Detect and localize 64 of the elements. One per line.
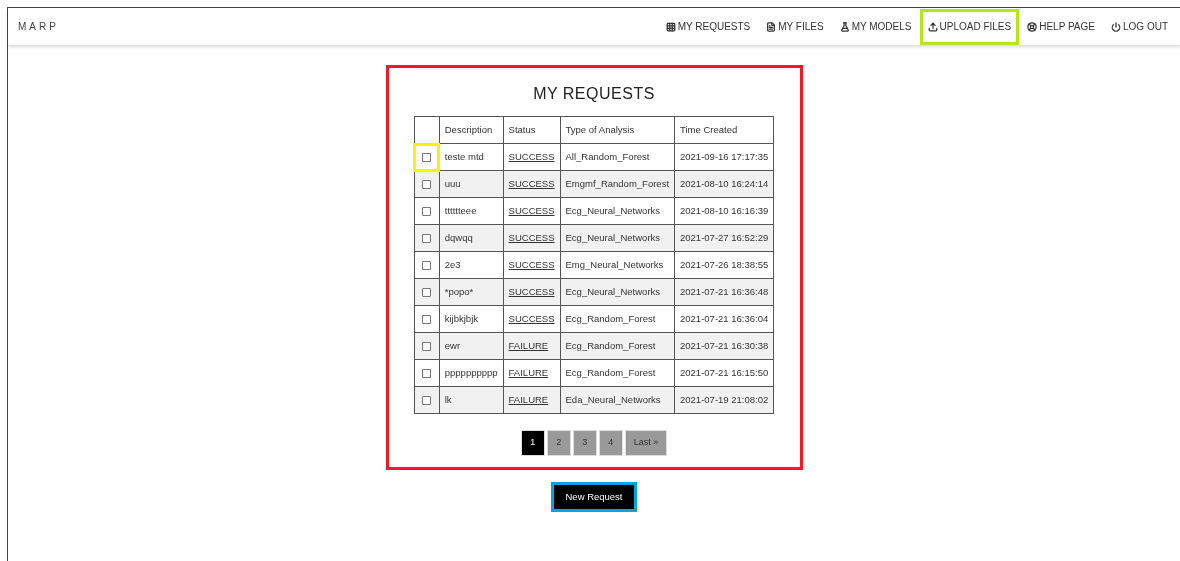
- nav-link[interactable]: MY FILES: [758, 8, 832, 45]
- column-header: Description: [439, 116, 504, 144]
- analysis-cell: Ecg_Neural_Networks: [560, 224, 675, 252]
- time-cell: 2021-07-21 16:36:48: [674, 278, 774, 306]
- nav-link[interactable]: MY REQUESTS: [657, 8, 759, 45]
- description-cell: uuu: [439, 170, 504, 198]
- description-cell: *popo*: [439, 278, 504, 306]
- row-checkbox[interactable]: [422, 179, 432, 189]
- row-checkbox[interactable]: [422, 314, 432, 324]
- time-cell: 2021-07-21 16:15:50: [674, 359, 774, 387]
- analysis-cell: Eda_Neural_Networks: [560, 386, 675, 414]
- column-header: Time Created: [674, 116, 774, 144]
- time-cell: 2021-08-10 16:24:14: [674, 170, 774, 198]
- analysis-cell: Ecg_Neural_Networks: [560, 278, 675, 306]
- nav-link[interactable]: HELP PAGE: [1019, 8, 1103, 45]
- analysis-cell: Ecg_Random_Forest: [560, 305, 675, 333]
- page-button[interactable]: 2: [546, 430, 571, 456]
- analysis-cell: Emgmf_Random_Forest: [560, 170, 675, 198]
- page-button[interactable]: Last »: [624, 430, 668, 456]
- nav-link[interactable]: LOG OUT: [1103, 8, 1176, 45]
- column-header: Type of Analysis: [560, 116, 675, 144]
- time-cell: 2021-07-21 16:36:04: [674, 305, 774, 333]
- analysis-cell: Ecg_Neural_Networks: [560, 197, 675, 225]
- new-request-button[interactable]: New Request: [551, 482, 637, 512]
- row-checkbox[interactable]: [422, 206, 432, 216]
- column-header: Status: [503, 116, 561, 144]
- row-checkbox[interactable]: [422, 341, 432, 351]
- analysis-cell: Emg_Neural_Networks: [560, 251, 675, 279]
- time-cell: 2021-07-21 16:30:38: [674, 332, 774, 360]
- nav-link[interactable]: MY MODELS: [831, 8, 920, 45]
- panel-title: MY REQUESTS: [533, 84, 655, 104]
- description-cell: tttttteee: [439, 197, 504, 225]
- description-cell: teste mtd: [439, 143, 504, 171]
- file-icon: [766, 21, 777, 32]
- analysis-cell: Ecg_Random_Forest: [560, 332, 675, 360]
- description-cell: 2e3: [439, 251, 504, 279]
- brand-name[interactable]: MARP: [18, 19, 59, 34]
- time-cell: 2021-09-16 17:17:35: [674, 143, 774, 171]
- description-cell: ewr: [439, 332, 504, 360]
- description-cell: lk: [439, 386, 504, 414]
- page-button[interactable]: 3: [572, 430, 597, 456]
- power-icon: [1111, 21, 1121, 32]
- lifebuoy-icon: [1027, 21, 1038, 32]
- row-checkbox[interactable]: [422, 395, 432, 405]
- time-cell: 2021-07-19 21:08:02: [674, 386, 774, 414]
- nav-link[interactable]: UPLOAD FILES: [919, 8, 1020, 45]
- time-cell: 2021-07-26 18:38:55: [674, 251, 774, 279]
- row-checkbox[interactable]: [422, 368, 432, 378]
- description-cell: kijbkjbjk: [439, 305, 504, 333]
- description-cell: pppppppppp: [439, 359, 504, 387]
- row-checkbox[interactable]: [422, 152, 432, 162]
- row-checkbox[interactable]: [422, 233, 432, 243]
- analysis-cell: Ecg_Random_Forest: [560, 359, 675, 387]
- page-button[interactable]: 1: [520, 430, 545, 456]
- page-button[interactable]: 4: [598, 430, 623, 456]
- analysis-cell: All_Random_Forest: [560, 143, 675, 171]
- row-checkbox[interactable]: [422, 287, 432, 297]
- description-cell: dqwqq: [439, 224, 504, 252]
- time-cell: 2021-08-10 16:16:39: [674, 197, 774, 225]
- grid-icon: [665, 21, 676, 32]
- upload-icon: [927, 21, 938, 32]
- row-checkbox[interactable]: [422, 260, 432, 270]
- flask-icon: [839, 21, 850, 32]
- time-cell: 2021-07-27 16:52:29: [674, 224, 774, 252]
